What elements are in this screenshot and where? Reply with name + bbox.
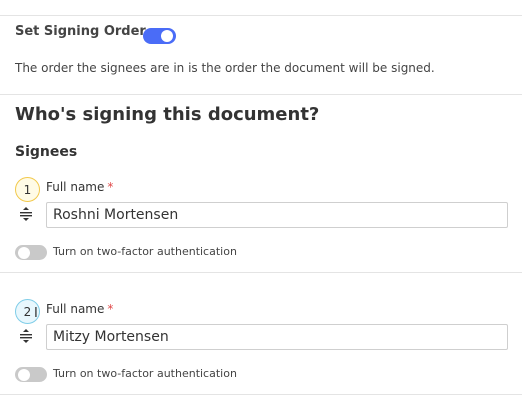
signing-order-label: Set Signing Order [15, 24, 146, 39]
section-divider [0, 94, 522, 95]
two-factor-label: Turn on two-factor authentication [53, 367, 237, 380]
signees-heading: Signees [15, 144, 78, 160]
two-factor-label: Turn on two-factor authentication [53, 245, 237, 258]
top-divider [0, 15, 522, 16]
signee-divider [0, 272, 522, 273]
full-name-label-text: Full name [46, 302, 105, 316]
two-factor-toggle[interactable] [15, 245, 47, 260]
page-title: Who's signing this document? [15, 104, 320, 125]
full-name-input[interactable]: Roshni Mortensen [46, 202, 508, 228]
text-cursor-icon: I [34, 306, 38, 321]
toggle-knob [161, 30, 173, 42]
full-name-input[interactable]: Mitzy Mortensen [46, 324, 508, 350]
drag-handle-icon[interactable] [18, 328, 34, 344]
signee-divider [0, 394, 522, 395]
drag-handle-icon[interactable] [18, 206, 34, 222]
signee-number-badge: 1 [15, 177, 40, 202]
signing-order-description: The order the signees are in is the orde… [15, 61, 435, 75]
toggle-knob [18, 368, 30, 381]
signing-order-toggle[interactable] [143, 28, 176, 44]
full-name-label: Full name * [46, 180, 113, 194]
two-factor-toggle[interactable] [15, 367, 47, 382]
toggle-knob [18, 246, 30, 259]
required-mark: * [107, 180, 114, 194]
required-mark: * [107, 302, 114, 316]
full-name-label: Full name * [46, 302, 113, 316]
full-name-label-text: Full name [46, 180, 105, 194]
